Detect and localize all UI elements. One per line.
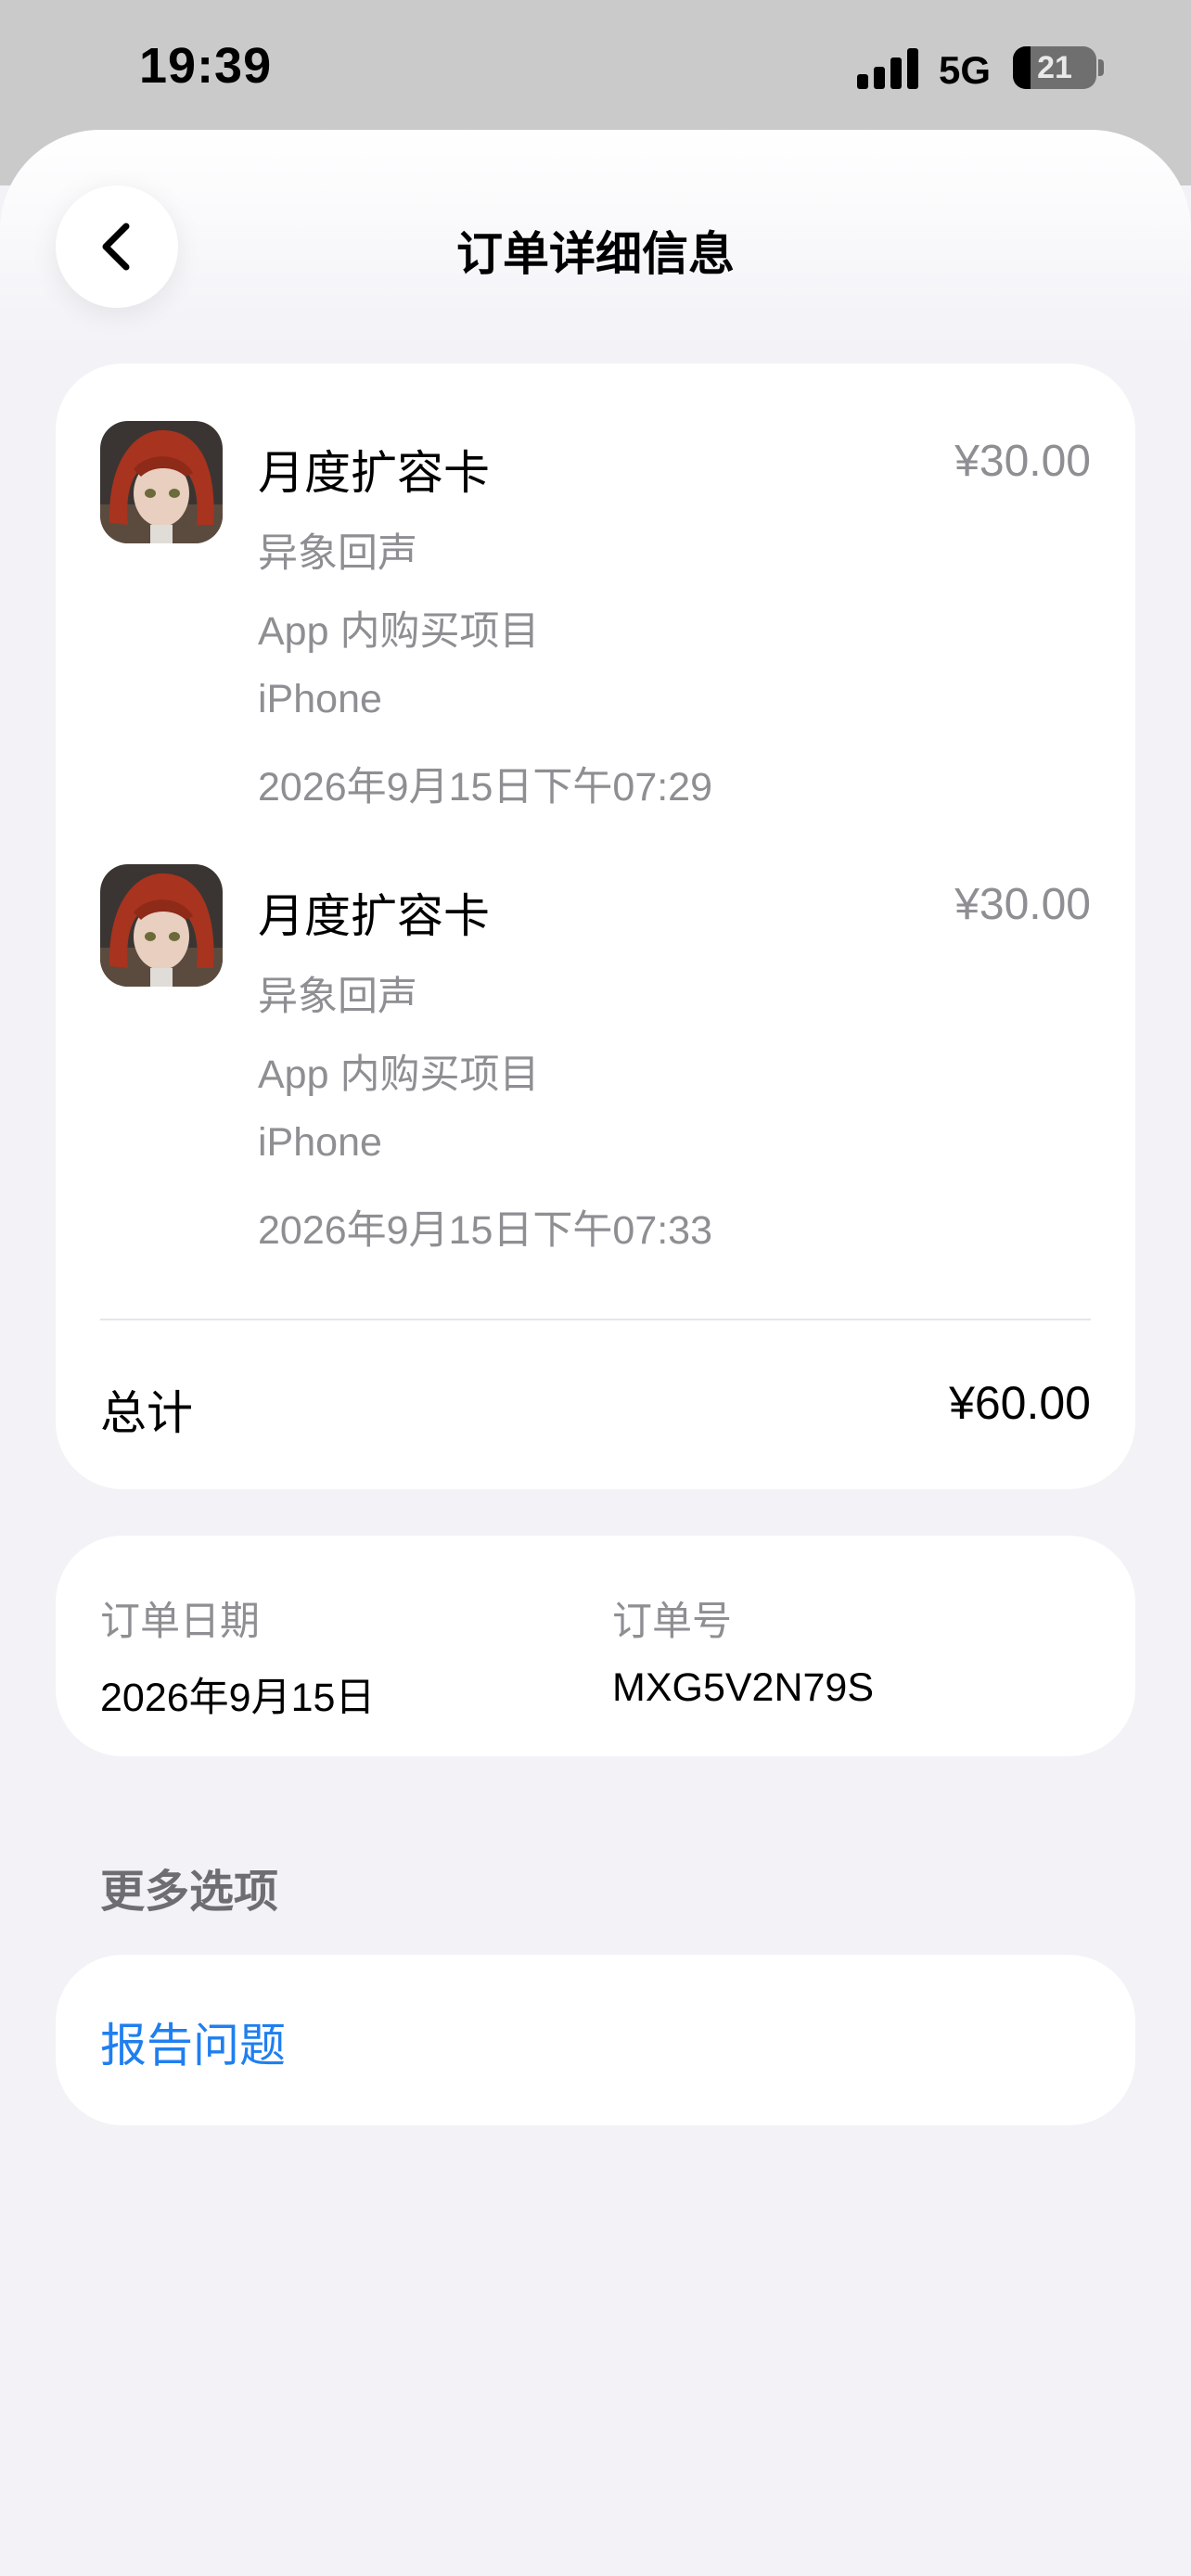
item-app-name: 异象回声 xyxy=(258,975,417,1019)
battery-level: 21 xyxy=(1037,50,1072,85)
more-options-title: 更多选项 xyxy=(100,1868,279,1917)
order-date-label: 订单日期 xyxy=(100,1600,260,1644)
order-detail-sheet: 订单详细信息 月度扩容卡 ¥30.00 异象回声 App 内购买项目 iPhon xyxy=(0,130,1191,2576)
battery-icon: 21 xyxy=(1013,46,1096,89)
item-datetime: 2026年9月15日下午07:33 xyxy=(258,1208,713,1253)
status-bar: 19:39 5G 21 xyxy=(0,0,1191,130)
item-datetime: 2026年9月15日下午07:29 xyxy=(258,765,713,810)
item-title: 月度扩容卡 xyxy=(258,447,490,499)
order-number-value: MXG5V2N79S xyxy=(612,1665,875,1710)
report-problem-card[interactable]: 报告问题 xyxy=(56,1955,1135,2125)
order-date-value: 2026年9月15日 xyxy=(100,1676,376,1720)
order-number-label: 订单号 xyxy=(612,1600,732,1644)
total-label: 总计 xyxy=(100,1387,193,1439)
purchase-item[interactable]: 月度扩容卡 ¥30.00 异象回声 App 内购买项目 iPhone 2026年… xyxy=(56,807,1135,1253)
total-value: ¥60.00 xyxy=(949,1377,1091,1429)
page-title: 订单详细信息 xyxy=(456,228,735,280)
app-icon xyxy=(100,864,223,987)
network-label: 5G xyxy=(939,48,992,92)
status-time: 19:39 xyxy=(139,38,273,94)
app-icon xyxy=(100,421,223,543)
order-info-card: 订单日期 2026年9月15日 订单号 MXG5V2N79S xyxy=(56,1536,1135,1756)
item-device: iPhone xyxy=(258,1120,382,1165)
item-price: ¥30.00 xyxy=(954,437,1091,486)
item-price: ¥30.00 xyxy=(954,880,1091,929)
purchase-item[interactable]: 月度扩容卡 ¥30.00 异象回声 App 内购买项目 iPhone 2026年… xyxy=(56,363,1135,810)
item-type: App 内购买项目 xyxy=(258,609,540,654)
battery-tip xyxy=(1098,59,1104,76)
item-title: 月度扩容卡 xyxy=(258,890,490,942)
signal-icon xyxy=(857,46,920,89)
item-device: iPhone xyxy=(258,677,382,721)
divider xyxy=(100,1319,1091,1320)
report-problem-link[interactable]: 报告问题 xyxy=(100,2009,286,2075)
purchase-items-card: 月度扩容卡 ¥30.00 异象回声 App 内购买项目 iPhone 2026年… xyxy=(56,363,1135,1489)
item-type: App 内购买项目 xyxy=(258,1052,540,1097)
item-app-name: 异象回声 xyxy=(258,531,417,576)
